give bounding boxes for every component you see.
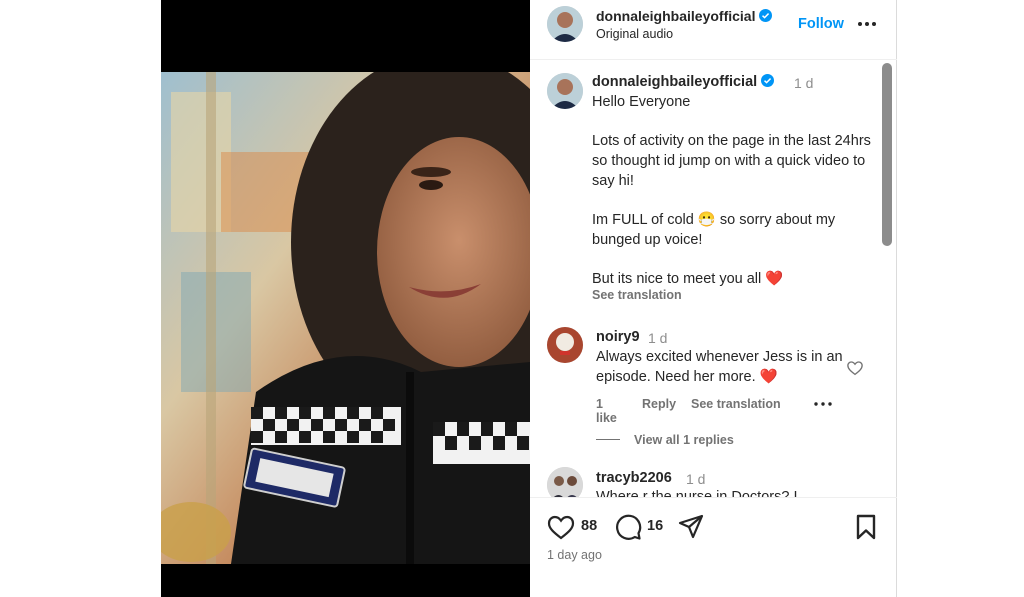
comment-text: Always excited whenever Jess is in an ep… [596, 349, 843, 385]
post-media[interactable] [161, 0, 530, 597]
comments-scrollbar[interactable] [882, 63, 892, 246]
comment-username[interactable]: tracyb2206 [596, 470, 672, 486]
avatar-image [547, 6, 583, 42]
view-replies-button[interactable]: View all 1 replies [596, 433, 734, 447]
caption-time[interactable]: 1 d [794, 75, 813, 91]
avatar-image [547, 327, 583, 363]
follow-button[interactable]: Follow [798, 16, 844, 32]
avatar-image [547, 73, 583, 109]
comment-username[interactable]: noiry9 [596, 329, 640, 345]
post-author-username[interactable]: donnaleighbaileyofficial [596, 8, 773, 24]
caption-username[interactable]: donnaleighbaileyofficial [592, 74, 775, 90]
heart-icon[interactable] [547, 514, 575, 540]
selfie-image [161, 72, 530, 564]
comment-likes[interactable]: 1 like [596, 397, 617, 425]
reply-button[interactable]: Reply [642, 397, 676, 411]
comment-count[interactable]: 16 [647, 518, 663, 534]
comment-text: Where r the nurse in Doctors? I [596, 489, 798, 497]
caption-text: Hello Everyone Lots of activity on the p… [592, 94, 871, 288]
bookmark-icon[interactable] [855, 514, 877, 540]
comments-section[interactable]: donnaleighbaileyofficial 1 d Hello Every… [530, 61, 897, 497]
comment-icon[interactable] [614, 513, 642, 541]
comment-see-translation[interactable]: See translation [691, 397, 781, 411]
replies-divider [596, 439, 620, 440]
caption-avatar[interactable] [547, 73, 583, 109]
caption-author-name[interactable]: donnaleighbaileyofficial [592, 74, 757, 90]
audio-label[interactable]: Original audio [596, 27, 673, 41]
comment-time[interactable]: 1 d [648, 330, 667, 346]
post-photo[interactable] [161, 72, 530, 564]
like-count[interactable]: 88 [581, 518, 597, 534]
verified-badge-icon [761, 74, 775, 87]
share-icon[interactable] [678, 514, 704, 540]
post-author-name[interactable]: donnaleighbaileyofficial [596, 8, 755, 24]
comment-avatar[interactable] [547, 467, 583, 497]
comment-like-icon[interactable] [846, 359, 864, 377]
avatar[interactable] [547, 6, 583, 42]
post-panel: donnaleighbaileyofficial Original audio … [530, 0, 897, 597]
caption-see-translation[interactable]: See translation [592, 288, 682, 302]
comment-more-icon[interactable] [812, 396, 834, 412]
comment-time[interactable]: 1 d [686, 471, 705, 487]
verified-badge-icon [759, 9, 773, 22]
post-header: donnaleighbaileyofficial Original audio … [530, 0, 897, 60]
post-actions: 88 16 1 day ago [530, 497, 897, 597]
view-replies-label[interactable]: View all 1 replies [634, 433, 734, 447]
avatar-image [547, 467, 583, 497]
comment-avatar[interactable] [547, 327, 583, 363]
more-icon[interactable] [856, 14, 878, 34]
post-time-ago[interactable]: 1 day ago [547, 548, 602, 562]
